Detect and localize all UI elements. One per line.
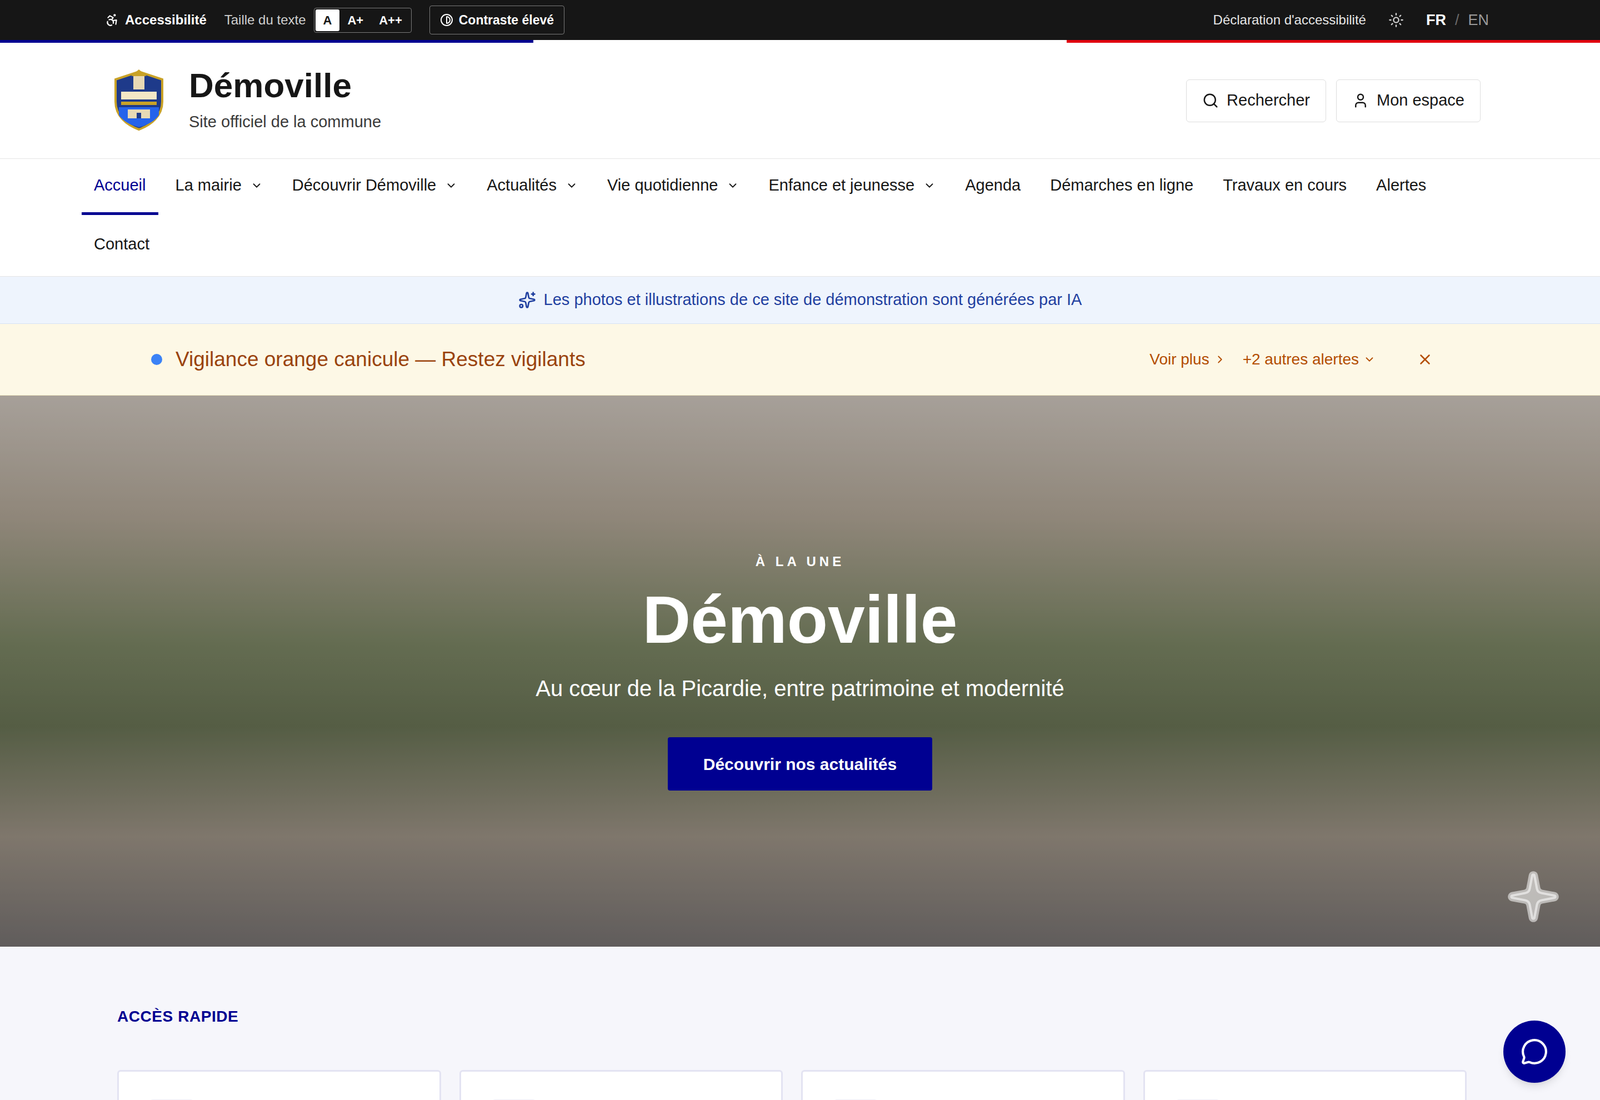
nav-item[interactable]: La mairie — [163, 158, 275, 215]
chevron-down-icon — [726, 179, 739, 192]
hero: À LA UNE Démoville Au cœur de la Picardie,… — [0, 395, 1600, 947]
text-size-option[interactable]: A — [315, 9, 340, 32]
alert-others-toggle[interactable]: +2 autres alertes — [1242, 347, 1376, 372]
hero-overlay — [0, 395, 1600, 947]
contrast-icon — [440, 13, 454, 27]
chevron-down-icon — [565, 179, 578, 192]
quick-access: ACCÈS RAPIDE — [0, 946, 1600, 1100]
nav-item[interactable]: Alertes — [1363, 158, 1439, 215]
alert-message[interactable]: Vigilance orange canicule — Restez vigil… — [175, 343, 586, 375]
chat-icon — [1520, 1037, 1549, 1066]
search-button[interactable]: Rechercher — [1186, 79, 1327, 123]
tricolor-line — [0, 40, 1600, 43]
text-size-option[interactable]: A++ — [371, 9, 410, 32]
nav-item[interactable]: Contact — [81, 215, 162, 277]
hero-title: Démoville — [642, 582, 958, 657]
commune-logo-icon — [111, 69, 167, 132]
hero-kicker: À LA UNE — [755, 551, 845, 572]
nav-item[interactable]: Agenda — [952, 158, 1033, 215]
hero-subtitle: Au cœur de la Picardie, entre patrimoine… — [535, 671, 1065, 705]
quick-access-card[interactable] — [801, 1070, 1125, 1100]
chevron-down-icon — [1363, 353, 1376, 366]
language-option[interactable]: EN — [1467, 8, 1489, 32]
top-bar: Accessibilité Taille du texte AA+A++ Contra… — [0, 0, 1600, 40]
nav-item[interactable]: Travaux en cours — [1210, 158, 1359, 215]
quick-access-card[interactable] — [459, 1070, 784, 1100]
chevron-down-icon — [445, 179, 458, 192]
site-title[interactable]: Démoville — [188, 66, 382, 105]
language-option[interactable]: FR — [1426, 8, 1447, 32]
nav-item[interactable]: Démarches en ligne — [1037, 158, 1206, 215]
quick-access-title: ACCÈS RAPIDE — [117, 1007, 239, 1025]
site-header: Démoville Site officiel de la commune Rech… — [0, 42, 1600, 159]
quick-access-card[interactable] — [117, 1070, 442, 1100]
accessibility-label: Accessibilité — [105, 10, 207, 30]
ai-notice-banner: Les photos et illustrations de ce site d… — [0, 276, 1600, 324]
hero-button[interactable]: Découvrir nos actualités — [667, 737, 933, 791]
sparkle-watermark-icon — [1505, 868, 1562, 925]
search-icon — [1202, 92, 1219, 109]
theme-toggle-sun-icon[interactable] — [1388, 12, 1404, 28]
alert-more-link[interactable]: Voir plus — [1149, 347, 1226, 372]
main-nav: AccueilLa mairieDécouvrir DémovilleActua… — [0, 158, 1600, 277]
nav-item[interactable]: Actualités — [474, 158, 590, 215]
user-icon — [1352, 92, 1369, 109]
text-size-label: Taille du texte — [224, 10, 307, 30]
contrast-button[interactable]: Contraste élevé — [429, 5, 565, 35]
nav-item[interactable]: Accueil — [81, 158, 159, 215]
chat-button[interactable] — [1503, 1020, 1566, 1083]
quick-access-card[interactable] — [1143, 1070, 1468, 1100]
chevron-down-icon — [923, 179, 936, 192]
nav-item[interactable]: Vie quotidienne — [595, 158, 752, 215]
language-switch: FR/EN — [1426, 8, 1489, 32]
chevron-right-icon — [1213, 353, 1227, 366]
text-size-option[interactable]: A+ — [339, 9, 372, 32]
sparkles-icon — [518, 291, 537, 309]
close-alert-icon[interactable] — [1416, 351, 1434, 368]
site-subtitle: Site officiel de la commune — [188, 110, 382, 135]
text-size-switch: AA+A++ — [313, 7, 412, 33]
nav-item[interactable]: Découvrir Démoville — [280, 158, 470, 215]
nav-item[interactable]: Enfance et jeunesse — [756, 158, 948, 215]
account-button[interactable]: Mon espace — [1336, 79, 1481, 123]
chevron-down-icon — [250, 179, 263, 192]
page: Accessibilité Taille du texte AA+A++ Contra… — [0, 0, 1600, 1100]
alert-status-dot — [151, 353, 163, 365]
accessibility-declaration-link[interactable]: Déclaration d'accessibilité — [1213, 10, 1367, 30]
accessibility-icon — [105, 12, 120, 28]
alert-bar: Vigilance orange canicule — Restez vigil… — [0, 323, 1600, 396]
